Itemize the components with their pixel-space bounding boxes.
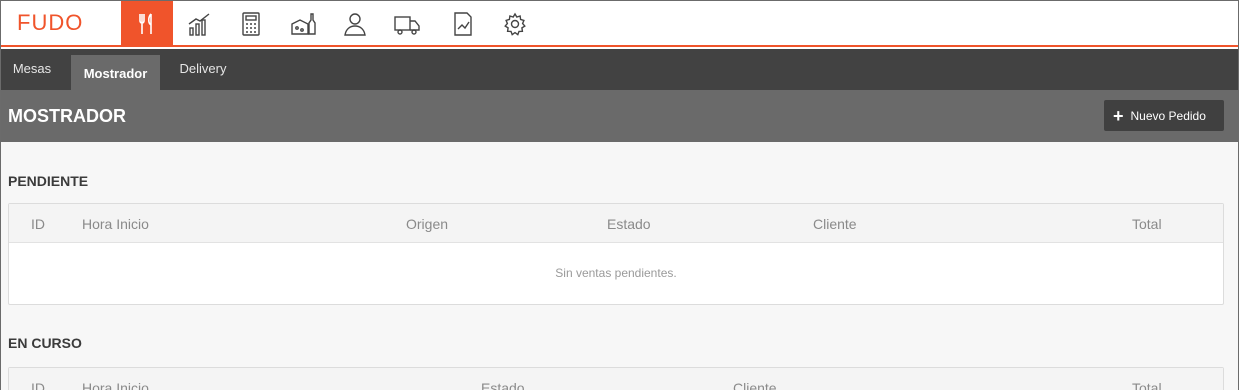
column-header-status[interactable]: Estado — [481, 380, 525, 390]
nav-products[interactable] — [277, 1, 329, 47]
column-header-id[interactable]: ID — [31, 216, 45, 232]
bar-chart-icon — [188, 13, 210, 36]
nav-delivery[interactable] — [381, 1, 433, 47]
tab-mostrador[interactable]: Mostrador — [71, 55, 160, 90]
cutlery-icon — [139, 13, 152, 34]
top-navigation-bar: FUDO — [1, 1, 1238, 47]
new-order-button[interactable]: + Nuevo Pedido — [1104, 100, 1224, 131]
tab-mesas[interactable]: Mesas — [1, 47, 63, 88]
page-title: MOSTRADOR — [8, 106, 126, 126]
in-progress-sales-table: ID Hora Inicio Estado Cliente Total — [8, 367, 1224, 390]
calculator-icon — [242, 12, 260, 36]
column-header-status[interactable]: Estado — [607, 216, 651, 232]
tab-delivery[interactable]: Delivery — [167, 47, 239, 88]
gear-icon — [504, 12, 526, 36]
nav-statistics[interactable] — [173, 1, 225, 47]
page-header: MOSTRADOR + Nuevo Pedido — [1, 90, 1238, 142]
main-content: PENDIENTE ID Hora Inicio Origen Estado C… — [1, 142, 1238, 390]
nav-orders[interactable] — [121, 1, 173, 47]
plus-icon: + — [1113, 105, 1124, 126]
inventory-icon — [291, 13, 316, 35]
column-header-start-time[interactable]: Hora Inicio — [82, 380, 149, 390]
column-header-origin[interactable]: Origen — [406, 216, 448, 232]
fudo-logo[interactable]: FUDO — [17, 10, 83, 36]
nav-settings[interactable] — [489, 1, 541, 47]
column-header-client[interactable]: Cliente — [733, 380, 777, 390]
column-header-client[interactable]: Cliente — [813, 216, 857, 232]
column-header-id[interactable]: ID — [31, 380, 45, 390]
table-header: ID Hora Inicio Estado Cliente Total — [9, 368, 1223, 390]
delivery-truck-icon — [394, 16, 420, 35]
column-header-total[interactable]: Total — [1132, 380, 1162, 390]
nav-customers[interactable] — [329, 1, 381, 47]
in-progress-section-title: EN CURSO — [8, 335, 82, 351]
column-header-total[interactable]: Total — [1132, 216, 1162, 232]
column-header-start-time[interactable]: Hora Inicio — [82, 216, 149, 232]
nav-cash-register[interactable] — [225, 1, 277, 47]
empty-state-message: Sin ventas pendientes. — [555, 266, 677, 280]
new-order-label: Nuevo Pedido — [1130, 108, 1206, 123]
report-icon — [454, 12, 472, 36]
sales-tabs-bar: Mesas Mostrador Delivery — [1, 49, 1238, 90]
nav-reports[interactable] — [437, 1, 489, 47]
pending-section-title: PENDIENTE — [8, 173, 89, 189]
user-icon — [344, 13, 366, 36]
pending-sales-table: ID Hora Inicio Origen Estado Cliente Tot… — [8, 203, 1224, 305]
table-header: ID Hora Inicio Origen Estado Cliente Tot… — [9, 204, 1223, 243]
